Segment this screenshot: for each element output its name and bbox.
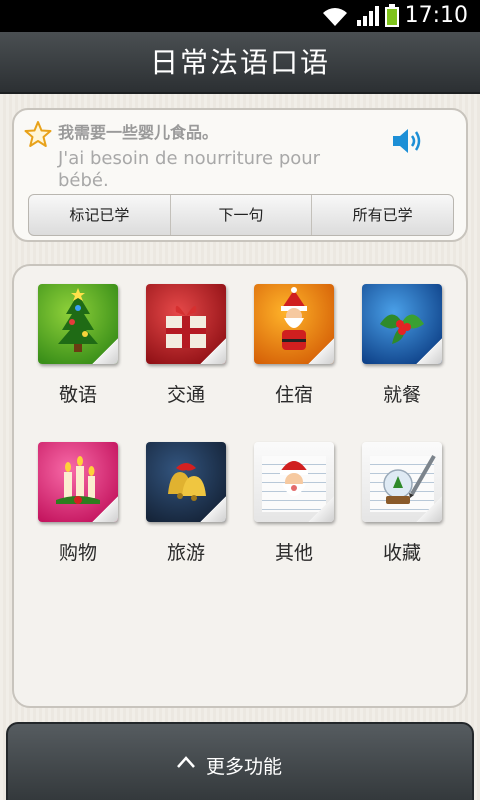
holly-icon <box>362 284 442 364</box>
category-label: 其他 <box>274 542 313 564</box>
phrase-chinese: 我需要一些婴儿食品。 <box>58 123 219 142</box>
title-bar: 日常法语口语 <box>0 32 480 94</box>
wifi-icon <box>323 8 347 27</box>
page-title: 日常法语口语 <box>149 46 330 79</box>
more-features-button[interactable]: 更多功能 <box>8 724 472 800</box>
category-label: 收藏 <box>382 542 421 564</box>
notepad-snowglobe-icon <box>362 442 442 522</box>
category-lodging[interactable]: 住宿 <box>244 284 344 414</box>
santa-icon <box>254 284 334 364</box>
phrase-action-bar: 标记已学 下一句 所有已学 <box>28 194 454 236</box>
category-travel[interactable]: 旅游 <box>136 442 236 572</box>
category-label: 敬语 <box>58 384 97 406</box>
more-features-label: 更多功能 <box>206 756 283 778</box>
mark-learned-button[interactable]: 标记已学 <box>29 195 171 235</box>
next-sentence-button[interactable]: 下一句 <box>171 195 313 235</box>
category-other[interactable]: 其他 <box>244 442 344 572</box>
category-label: 购物 <box>58 542 97 564</box>
phrase-card: 我需要一些婴儿食品。 J'ai besoin de nourriture pou… <box>12 108 468 242</box>
signal-icon <box>357 6 379 26</box>
chevron-up-icon <box>177 756 195 768</box>
category-label: 交通 <box>166 384 205 406</box>
gift-box-icon <box>146 284 226 364</box>
category-transport[interactable]: 交通 <box>136 284 236 414</box>
category-polite[interactable]: 敬语 <box>28 284 128 414</box>
all-learned-button[interactable]: 所有已学 <box>312 195 453 235</box>
bells-icon <box>146 442 226 522</box>
notepad-santa-icon <box>254 442 334 522</box>
more-features-bar: 更多功能 <box>6 722 474 800</box>
status-time: 17:10 <box>404 3 468 28</box>
category-panel: 敬语 交通 住宿 就餐 购物 旅游 其他 收藏 <box>12 264 468 708</box>
category-dining[interactable]: 就餐 <box>352 284 452 414</box>
category-label: 就餐 <box>382 384 421 406</box>
battery-icon <box>385 4 399 27</box>
speaker-icon[interactable] <box>391 126 425 156</box>
category-shopping[interactable]: 购物 <box>28 442 128 572</box>
category-label: 住宿 <box>274 384 313 406</box>
status-bar: 17:10 <box>0 0 480 32</box>
category-favorites[interactable]: 收藏 <box>352 442 452 572</box>
christmas-tree-icon <box>38 284 118 364</box>
category-label: 旅游 <box>166 542 205 564</box>
candles-icon <box>38 442 118 522</box>
star-icon[interactable] <box>24 120 52 148</box>
phrase-french: J'ai besoin de nourriture pour bébé. <box>58 148 321 191</box>
